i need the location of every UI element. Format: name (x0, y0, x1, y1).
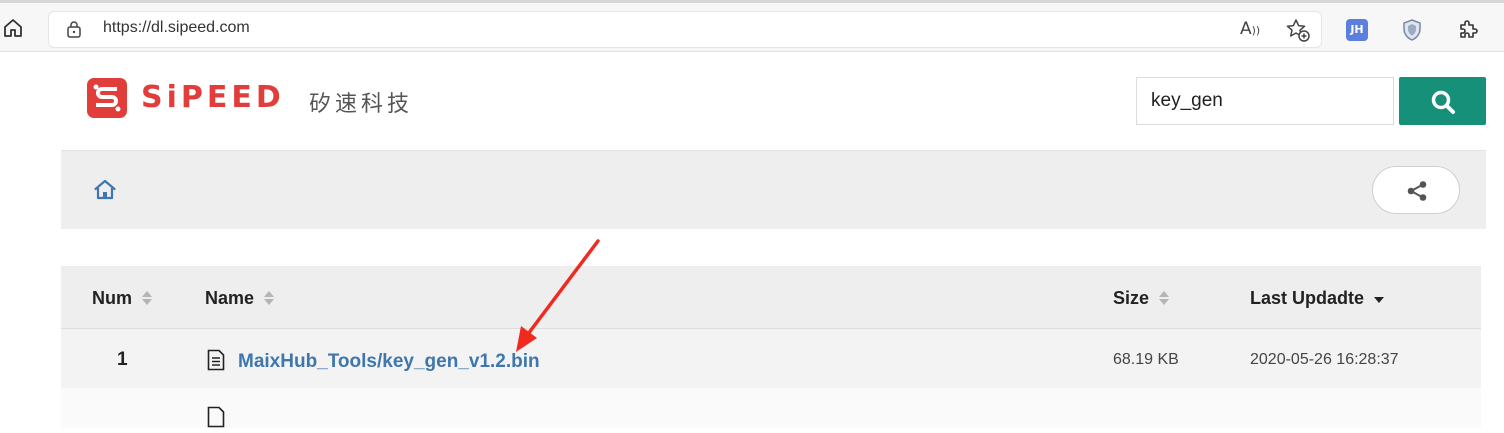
search-input[interactable] (1136, 77, 1394, 125)
logo-mark-icon (87, 78, 127, 118)
file-icon (207, 406, 225, 428)
column-header-last-update[interactable]: Last Updadte (1250, 288, 1385, 309)
sipeed-logo[interactable]: SiPEED 矽速科技 (87, 78, 417, 120)
row-number: 1 (117, 349, 128, 370)
extensions-icon[interactable] (1456, 17, 1480, 41)
add-favorite-icon[interactable] (1285, 17, 1311, 43)
column-header-num[interactable]: Num (92, 288, 152, 309)
table-header: Num Name Size Last Updadte (61, 266, 1481, 329)
file-size: 68.19 KB (1113, 351, 1179, 368)
sort-both-icon[interactable] (264, 290, 275, 306)
column-header-size[interactable]: Size (1113, 288, 1170, 309)
browser-toolbar: https://dl.sipeed.com A)) JH (0, 0, 1504, 52)
table-row[interactable] (61, 388, 1481, 428)
share-button[interactable] (1372, 166, 1460, 214)
search-button[interactable] (1399, 77, 1486, 125)
sort-descending-icon[interactable] (1374, 290, 1385, 306)
profile-extension-icon[interactable]: JH (1346, 19, 1368, 41)
file-name-link[interactable]: MaixHub_Tools/key_gen_v1.2.bin (238, 351, 540, 373)
lock-icon[interactable] (66, 20, 82, 38)
read-aloud-icon[interactable]: A)) (1240, 19, 1264, 41)
sort-both-icon[interactable] (1159, 290, 1170, 306)
breadcrumb-home-icon[interactable] (93, 178, 117, 202)
shield-extension-icon[interactable] (1401, 18, 1423, 42)
table-row[interactable]: 1 MaixHub_Tools/key_gen_v1.2.bin 68.19 K… (61, 329, 1481, 388)
file-last-update: 2020-05-26 16:28:37 (1250, 351, 1399, 368)
column-header-name[interactable]: Name (205, 288, 275, 309)
file-icon (207, 349, 225, 371)
breadcrumb (61, 150, 1486, 229)
sort-both-icon[interactable] (142, 290, 152, 306)
address-url[interactable]: https://dl.sipeed.com (103, 19, 250, 37)
logo-chinese-name: 矽速科技 (309, 92, 414, 117)
browser-home-icon[interactable] (2, 17, 24, 39)
logo-wordmark: SiPEED (141, 80, 285, 115)
